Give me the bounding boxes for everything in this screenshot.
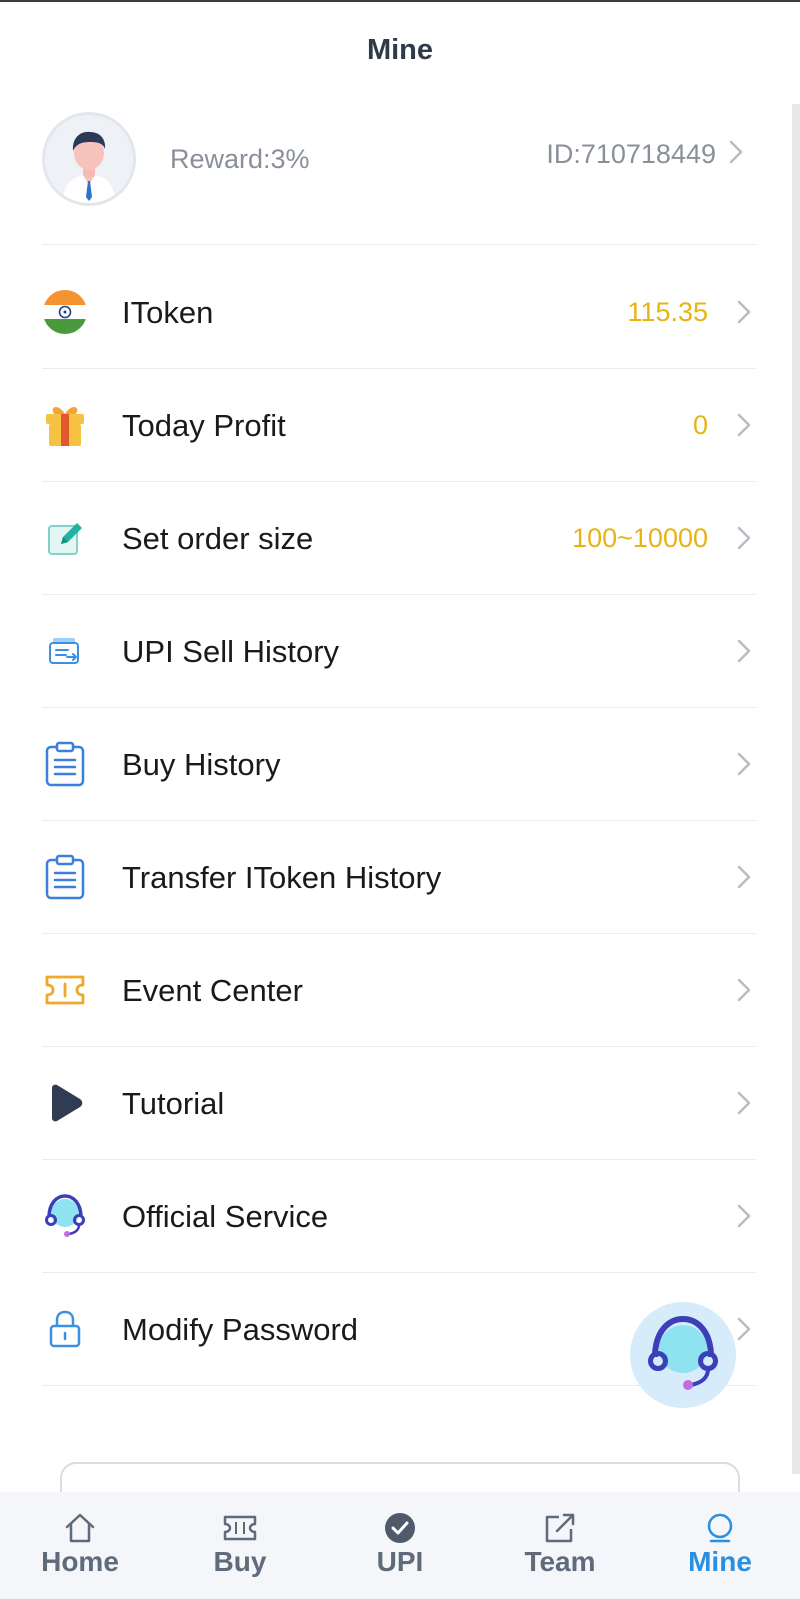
tab-label: Team: [524, 1546, 596, 1577]
menu-item-transfer-itoken-history[interactable]: Transfer IToken History: [42, 821, 756, 934]
tab-mine[interactable]: Mine: [640, 1492, 800, 1599]
menu-item-label: Event Center: [122, 973, 303, 1008]
bottom-tab-bar: Home Buy UPI Team Mine: [0, 1492, 800, 1599]
tab-home[interactable]: Home: [0, 1492, 160, 1599]
ticket-icon: [222, 1512, 258, 1544]
lock-icon: [42, 1306, 88, 1352]
menu-item-upi-sell-history[interactable]: UPI Sell History: [42, 595, 756, 708]
menu-item-label: Today Profit: [122, 408, 286, 443]
menu-item-label: Modify Password: [122, 1312, 359, 1347]
customer-service-button[interactable]: [630, 1302, 736, 1408]
share-icon: [542, 1512, 578, 1544]
chevron-right-icon: [732, 635, 756, 667]
edit-icon: [42, 515, 88, 561]
user-id: ID:710718449: [546, 139, 716, 169]
profile-row[interactable]: Reward:3% ID:710718449: [42, 110, 758, 244]
menu-item-today-profit[interactable]: Today Profit 0: [42, 369, 756, 482]
menu-item-label: Official Service: [122, 1199, 329, 1234]
menu-item-label: Buy History: [122, 747, 281, 782]
home-icon: [62, 1512, 98, 1544]
user-icon: [702, 1512, 738, 1544]
check-circle-icon: [382, 1512, 418, 1544]
chevron-right-icon: [732, 296, 756, 328]
menu-item-label: IToken: [122, 295, 214, 330]
itoken-balance: 115.35: [627, 297, 708, 327]
tab-label: UPI: [376, 1546, 424, 1577]
menu-item-buy-history[interactable]: Buy History: [42, 708, 756, 821]
tab-team[interactable]: Team: [480, 1492, 640, 1599]
menu-item-set-order-size[interactable]: Set order size 100~10000: [42, 482, 756, 595]
menu-item-official-service[interactable]: Official Service: [42, 1160, 756, 1273]
tab-label: Buy: [213, 1546, 267, 1577]
page-header: Mine: [0, 2, 800, 98]
menu-item-event-center[interactable]: Event Center: [42, 934, 756, 1047]
menu-item-label: UPI Sell History: [122, 634, 340, 669]
chevron-right-icon: [732, 522, 756, 554]
clipboard-icon: [42, 854, 88, 900]
menu-item-label: Tutorial: [122, 1086, 225, 1121]
headset-icon: [42, 1193, 88, 1239]
menu-item-label: Set order size: [122, 521, 314, 556]
chevron-right-icon: [732, 1200, 756, 1232]
chevron-right-icon: [732, 1087, 756, 1119]
menu-item-tutorial[interactable]: Tutorial: [42, 1047, 756, 1160]
chevron-right-icon: [732, 409, 756, 441]
tab-buy[interactable]: Buy: [160, 1492, 320, 1599]
order-size-value: 100~10000: [572, 523, 708, 553]
page-title: Mine: [366, 33, 434, 66]
menu-item-label: Transfer IToken History: [122, 860, 442, 895]
ticket-icon: [42, 967, 88, 1013]
menu-item-itoken[interactable]: IToken 115.35: [42, 256, 756, 369]
scrollbar[interactable]: [792, 104, 800, 1474]
chevron-right-icon: [732, 861, 756, 893]
clipboard-icon: [42, 741, 88, 787]
tab-upi[interactable]: UPI: [320, 1492, 480, 1599]
chevron-right-icon: [732, 748, 756, 780]
headset-icon: [645, 1313, 721, 1398]
avatar: [42, 112, 136, 206]
play-icon: [42, 1080, 88, 1126]
chevron-right-icon: [724, 136, 748, 173]
wallet-transfer-icon: [42, 628, 88, 674]
chevron-right-icon: [732, 1313, 756, 1345]
tab-label: Mine: [688, 1546, 752, 1577]
tab-label: Home: [41, 1546, 119, 1577]
reward-text: Reward:3%: [170, 144, 310, 174]
chevron-right-icon: [732, 974, 756, 1006]
profile-divider: [42, 244, 756, 245]
india-flag-icon: [42, 289, 88, 335]
gift-icon: [42, 402, 88, 448]
today-profit-value: 0: [692, 410, 708, 440]
